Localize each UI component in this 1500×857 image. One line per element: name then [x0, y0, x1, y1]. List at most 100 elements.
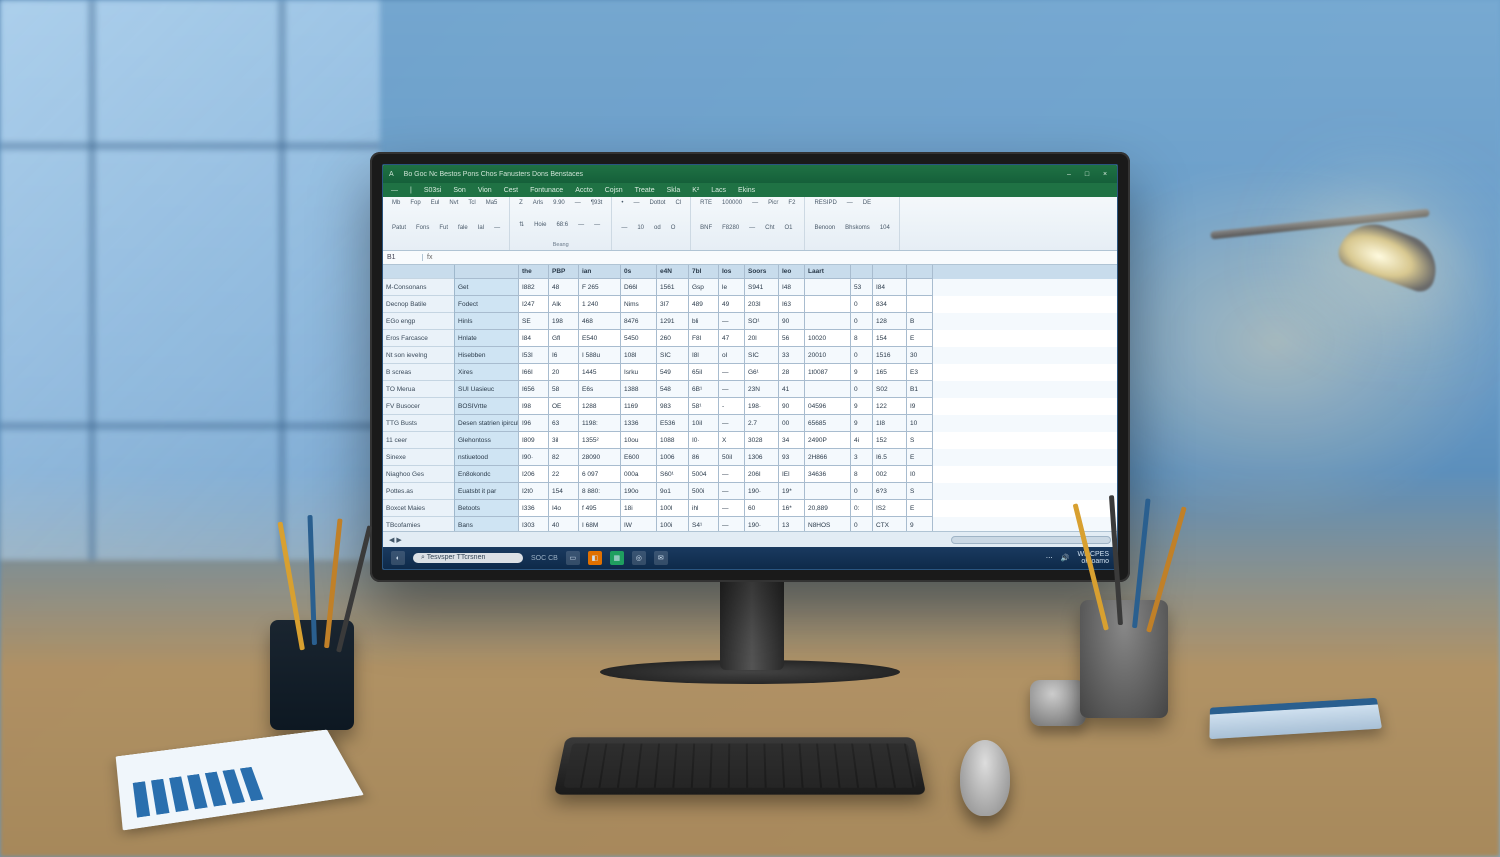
column-header[interactable]: Ieo	[779, 265, 805, 279]
cell[interactable]: 190·	[745, 483, 779, 500]
table-row[interactable]: BansI30340I 68MIW100iS4¹—190·13N8HOS0CTX…	[455, 517, 1117, 531]
cell[interactable]: le	[719, 279, 745, 296]
column-header[interactable]: 0s	[621, 265, 657, 279]
cell[interactable]: Isrku	[621, 364, 657, 381]
cell[interactable]: 152	[873, 432, 907, 449]
cell[interactable]: 22	[549, 466, 579, 483]
cell[interactable]	[907, 296, 933, 313]
cell[interactable]: 20l	[745, 330, 779, 347]
ribbon-button[interactable]: Tcl	[465, 199, 478, 207]
ribbon-button[interactable]: Ma5	[483, 199, 501, 207]
cell[interactable]: 1388	[621, 381, 657, 398]
cell[interactable]: Fodect	[455, 296, 519, 313]
cell[interactable]: N8HOS	[805, 517, 851, 531]
cell[interactable]	[805, 313, 851, 330]
table-row[interactable]: HnlateI84GflE5405450260F8l4720l561002081…	[455, 330, 1117, 347]
cell[interactable]: 500i	[689, 483, 719, 500]
cell[interactable]: Nims	[621, 296, 657, 313]
cell[interactable]: —	[719, 313, 745, 330]
cell[interactable]: 3il	[549, 432, 579, 449]
table-row[interactable]: GetI88248F 265D66l1561GspleS941I4853I84	[455, 279, 1117, 296]
table-row[interactable]: Euatsbt it parI2t01548 880:190o9o1500i—1…	[455, 483, 1117, 500]
cell[interactable]: 983	[657, 398, 689, 415]
ribbon-button[interactable]: F8280	[719, 224, 742, 232]
cell[interactable]: 108l	[621, 347, 657, 364]
row-header[interactable]: Pottes.as	[383, 483, 454, 500]
cell[interactable]: I 68M	[579, 517, 621, 531]
data-grid[interactable]: thePBPian0se4N7blIosSoorsIeoLaart GetI88…	[455, 265, 1117, 531]
menu-item[interactable]: |	[410, 187, 412, 194]
cell[interactable]: I9	[907, 398, 933, 415]
cell[interactable]: Glehontoss	[455, 432, 519, 449]
menu-item[interactable]: Fontunace	[530, 187, 563, 194]
column-header[interactable]: Laart	[805, 265, 851, 279]
menu-item[interactable]: Skla	[667, 187, 681, 194]
cell[interactable]: 19*	[779, 483, 805, 500]
cell[interactable]: Gsp	[689, 279, 719, 296]
cell[interactable]: SO¹	[745, 313, 779, 330]
cell[interactable]: E6s	[579, 381, 621, 398]
cell[interactable]: 1336	[621, 415, 657, 432]
ribbon-button[interactable]: —	[575, 221, 587, 229]
cell[interactable]: G6¹	[745, 364, 779, 381]
cell[interactable]: S02	[873, 381, 907, 398]
cell[interactable]: 90	[779, 313, 805, 330]
column-header[interactable]	[455, 265, 519, 279]
ribbon-button[interactable]: Benoon	[811, 224, 838, 232]
cell[interactable]: Xires	[455, 364, 519, 381]
row-header[interactable]: 11 ceer	[383, 432, 454, 449]
cell[interactable]: 4i	[851, 432, 873, 449]
cell[interactable]: I84	[519, 330, 549, 347]
cell[interactable]: 04596	[805, 398, 851, 415]
cell[interactable]: —	[719, 466, 745, 483]
cell[interactable]: 10il	[689, 415, 719, 432]
cell[interactable]: 549	[657, 364, 689, 381]
cell[interactable]: 33	[779, 347, 805, 364]
cell[interactable]: 198	[549, 313, 579, 330]
table-row[interactable]: XiresI66I201445Isrku54965il—G6¹281t00879…	[455, 364, 1117, 381]
cell[interactable]: 9	[851, 364, 873, 381]
cell[interactable]: 48	[549, 279, 579, 296]
cell[interactable]: Desen statrien ipircul	[455, 415, 519, 432]
cell[interactable]: nstiuetood	[455, 449, 519, 466]
column-header[interactable]: Ios	[719, 265, 745, 279]
ribbon-button[interactable]: Cl	[672, 199, 684, 207]
cell[interactable]: 10	[907, 415, 933, 432]
ribbon-button[interactable]: —	[749, 199, 761, 207]
ribbon-button[interactable]: Cht	[762, 224, 777, 232]
column-header[interactable]: ian	[579, 265, 621, 279]
cell[interactable]: 0	[851, 381, 873, 398]
table-row[interactable]: FodectI247Alk1 240Nims3I748949203II63083…	[455, 296, 1117, 313]
ribbon-button[interactable]: Z	[516, 199, 526, 207]
menu-item[interactable]: Treate	[635, 187, 655, 194]
cell[interactable]: 9	[851, 415, 873, 432]
cell[interactable]	[805, 296, 851, 313]
cell[interactable]: 1t0087	[805, 364, 851, 381]
cell[interactable]: SIC	[745, 347, 779, 364]
table-row[interactable]: HinlsSE19846884761291bli—SO¹900128B	[455, 313, 1117, 330]
cell[interactable]: SE	[519, 313, 549, 330]
cell[interactable]: OE	[549, 398, 579, 415]
row-header[interactable]	[383, 265, 454, 279]
ribbon-button[interactable]: DE	[860, 199, 874, 207]
ribbon-button[interactable]: Eul	[428, 199, 443, 207]
cell[interactable]: 6?3	[873, 483, 907, 500]
cell[interactable]: 0:	[851, 500, 873, 517]
cell[interactable]: 8	[851, 330, 873, 347]
tray-icon[interactable]: 🔊	[1061, 554, 1070, 562]
cell[interactable]: E	[907, 500, 933, 517]
start-button[interactable]: ◐	[391, 551, 405, 565]
cell[interactable]: X	[719, 432, 745, 449]
menu-item[interactable]: Cest	[504, 187, 518, 194]
cell[interactable]: I882	[519, 279, 549, 296]
menu-item[interactable]: Cojsn	[605, 187, 623, 194]
cell[interactable]: Get	[455, 279, 519, 296]
cell[interactable]: 002	[873, 466, 907, 483]
cell[interactable]: I0·	[689, 432, 719, 449]
table-row[interactable]: BetootsI336I4of 49518i100lihl—6016*20,88…	[455, 500, 1117, 517]
cell[interactable]: E3	[907, 364, 933, 381]
cell[interactable]: 1288	[579, 398, 621, 415]
cell[interactable]: I84	[873, 279, 907, 296]
cell[interactable]: 86	[689, 449, 719, 466]
row-header[interactable]: TBcofamies	[383, 517, 454, 531]
